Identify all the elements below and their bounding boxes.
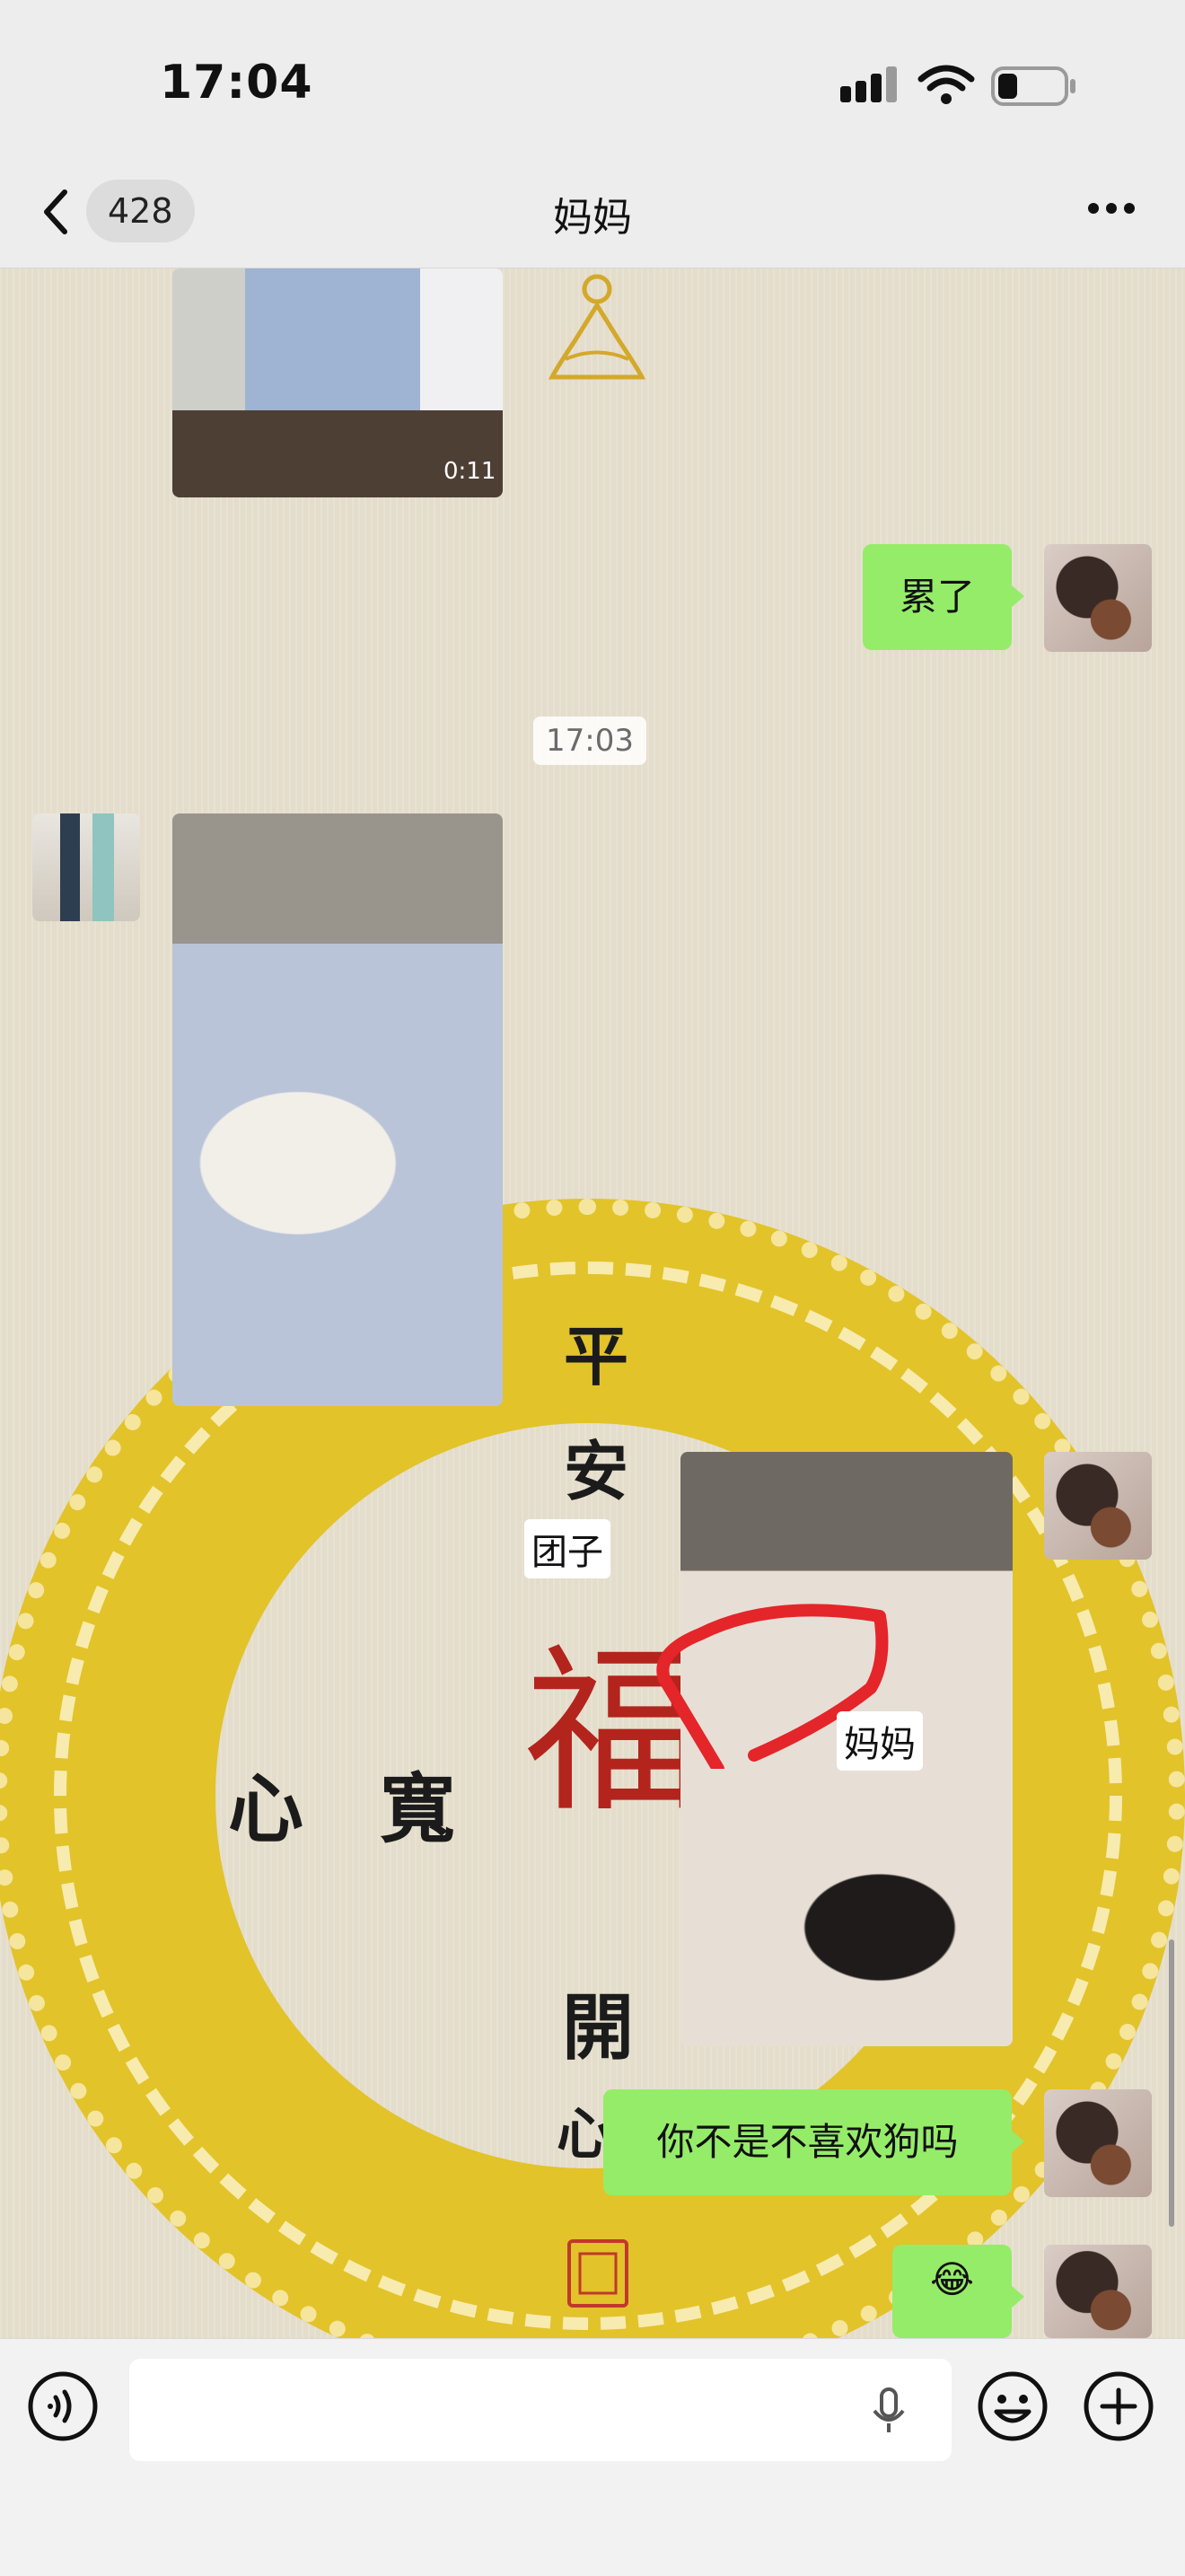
add-more-icon[interactable] — [1083, 2370, 1154, 2442]
red-seal-stamp-icon — [567, 2239, 628, 2308]
bubble-tail — [1012, 585, 1024, 607]
voice-input-icon[interactable] — [27, 2370, 99, 2442]
message-bubble-outgoing[interactable]: 你不是不喜欢狗吗 — [603, 2089, 1012, 2195]
message-text: 你不是不喜欢狗吗 — [656, 2120, 959, 2164]
wallpaper-char-ping: 平 — [564, 1318, 629, 1394]
message-timestamp: 17:03 — [533, 717, 646, 765]
wallpaper-char-kai: 開 — [562, 1985, 634, 2070]
photo-message-dog[interactable] — [172, 813, 503, 1406]
bubble-tail — [1012, 2131, 1024, 2152]
bubble-tail — [1012, 2286, 1024, 2308]
cellular-signal-icon — [840, 66, 897, 102]
emoji-laughing-icon: 😂 — [929, 2257, 975, 2301]
avatar-contact[interactable] — [32, 813, 140, 921]
message-text: 累了 — [899, 575, 975, 619]
buddha-seal-icon — [548, 274, 646, 380]
video-duration: 0:11 — [443, 458, 496, 485]
message-input[interactable] — [129, 2359, 952, 2461]
wifi-icon — [917, 65, 975, 104]
more-icon[interactable] — [1084, 190, 1138, 226]
photo-sticker-label: 妈妈 — [837, 1711, 923, 1771]
wallpaper-char-an: 安 — [564, 1433, 629, 1509]
avatar-self[interactable] — [1044, 544, 1152, 652]
microphone-icon[interactable] — [862, 2384, 916, 2438]
photo-sticker-label: 团子 — [524, 1519, 610, 1578]
message-bubble-outgoing[interactable]: 😂 — [892, 2245, 1012, 2338]
chat-title: 妈妈 — [553, 195, 632, 241]
wallpaper-chars-left: 心 寬 — [228, 1764, 481, 1853]
avatar-self[interactable] — [1044, 2245, 1152, 2338]
status-time: 17:04 — [160, 56, 313, 110]
emoji-icon[interactable] — [977, 2370, 1049, 2442]
message-bubble-outgoing[interactable]: 累了 — [863, 544, 1012, 650]
avatar-self[interactable] — [1044, 1452, 1152, 1560]
scrollbar[interactable] — [1169, 1939, 1174, 2227]
battery-icon — [991, 66, 1075, 106]
avatar-self[interactable] — [1044, 2089, 1152, 2197]
